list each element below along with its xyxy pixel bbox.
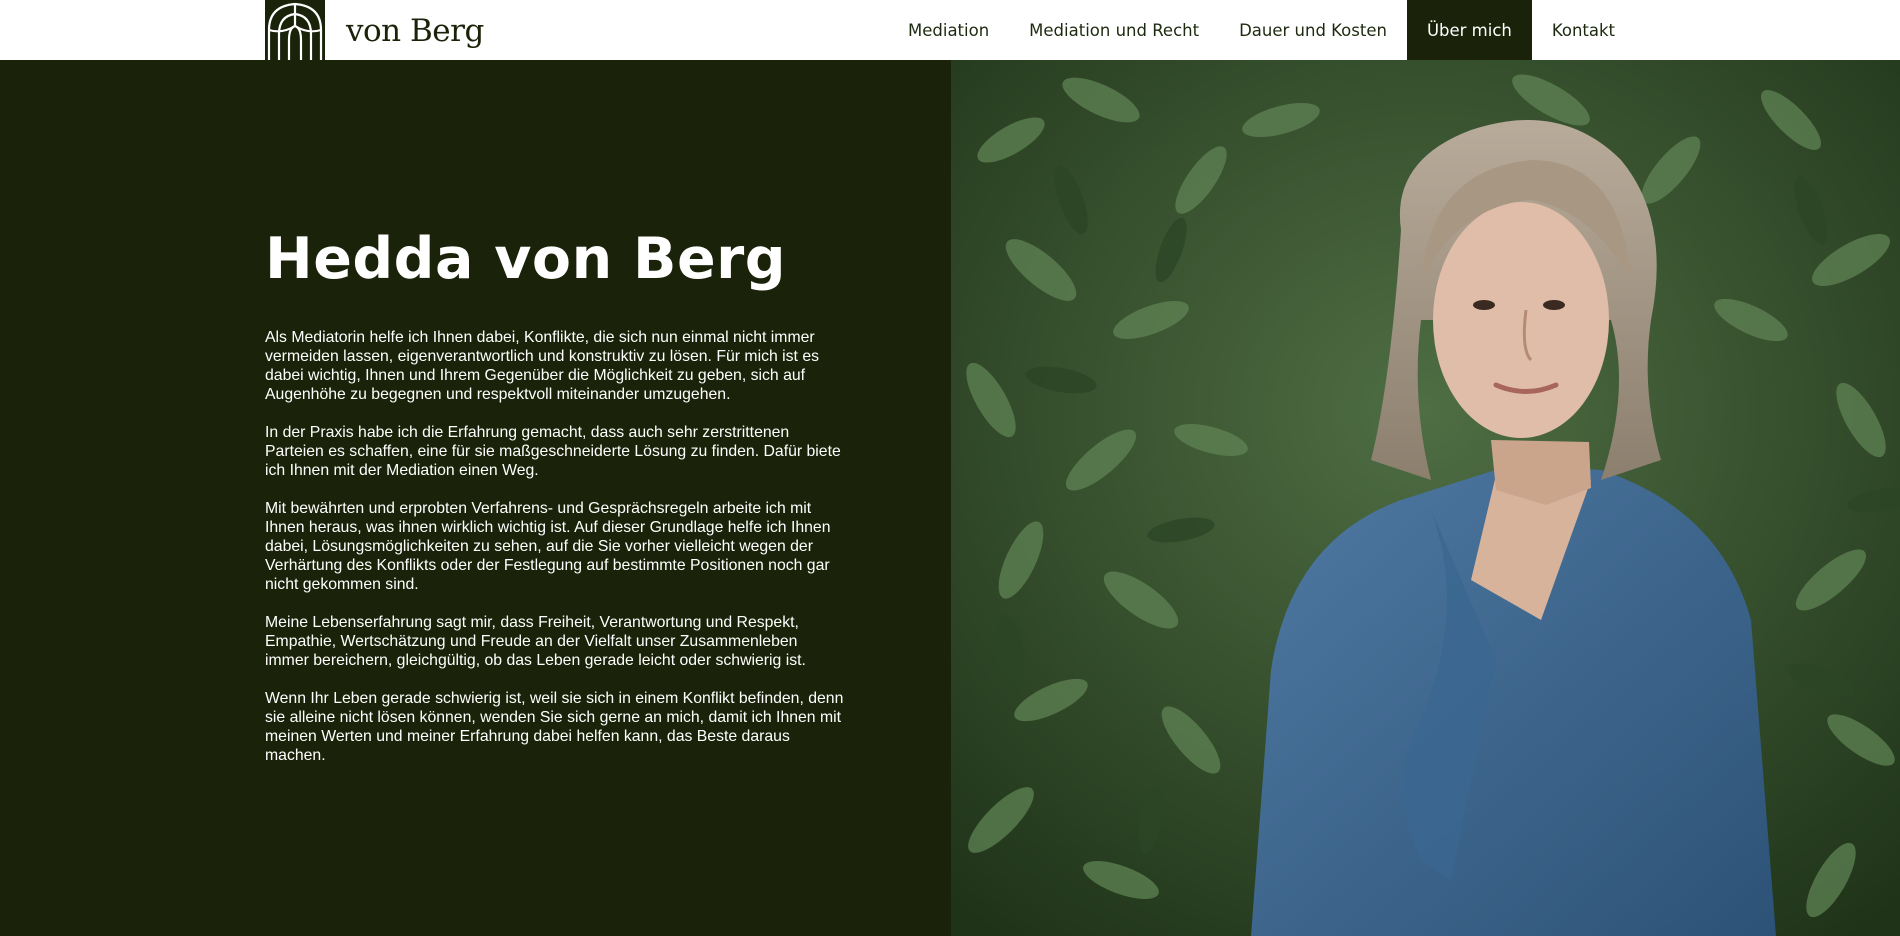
arch-logo-icon — [265, 0, 325, 60]
bio-paragraph: Mit bewährten und erprobten Verfahrens- … — [265, 500, 831, 593]
nav-item-dauer-und-kosten[interactable]: Dauer und Kosten — [1219, 0, 1407, 60]
nav-item-mediation-und-recht[interactable]: Mediation und Recht — [1009, 0, 1219, 60]
bio-paragraph: Wenn Ihr Leben gerade schwierig ist, wei… — [265, 690, 844, 764]
logo-link[interactable]: von Berg — [265, 0, 484, 60]
page-title: Hedda von Berg — [265, 226, 787, 292]
site-header: von Berg Mediation Mediation und Recht D… — [0, 0, 1900, 60]
logo-text: von Berg — [346, 13, 484, 49]
nav-item-mediation[interactable]: Mediation — [888, 0, 1009, 60]
main-nav: Mediation Mediation und Recht Dauer und … — [888, 0, 1635, 60]
bio-paragraph: Meine Lebenserfahrung sagt mir, dass Fre… — [265, 614, 806, 669]
bio-paragraph: Als Mediatorin helfe ich Ihnen dabei, Ko… — [265, 329, 820, 403]
bio-text: Als Mediatorin helfe ich Ihnen dabei, Ko… — [265, 328, 845, 784]
portrait-photo — [951, 60, 1900, 936]
nav-item-ueber-mich[interactable]: Über mich — [1406, 0, 1532, 60]
nav-item-kontakt[interactable]: Kontakt — [1532, 0, 1635, 60]
bio-paragraph: In der Praxis habe ich die Erfahrung gem… — [265, 424, 841, 479]
